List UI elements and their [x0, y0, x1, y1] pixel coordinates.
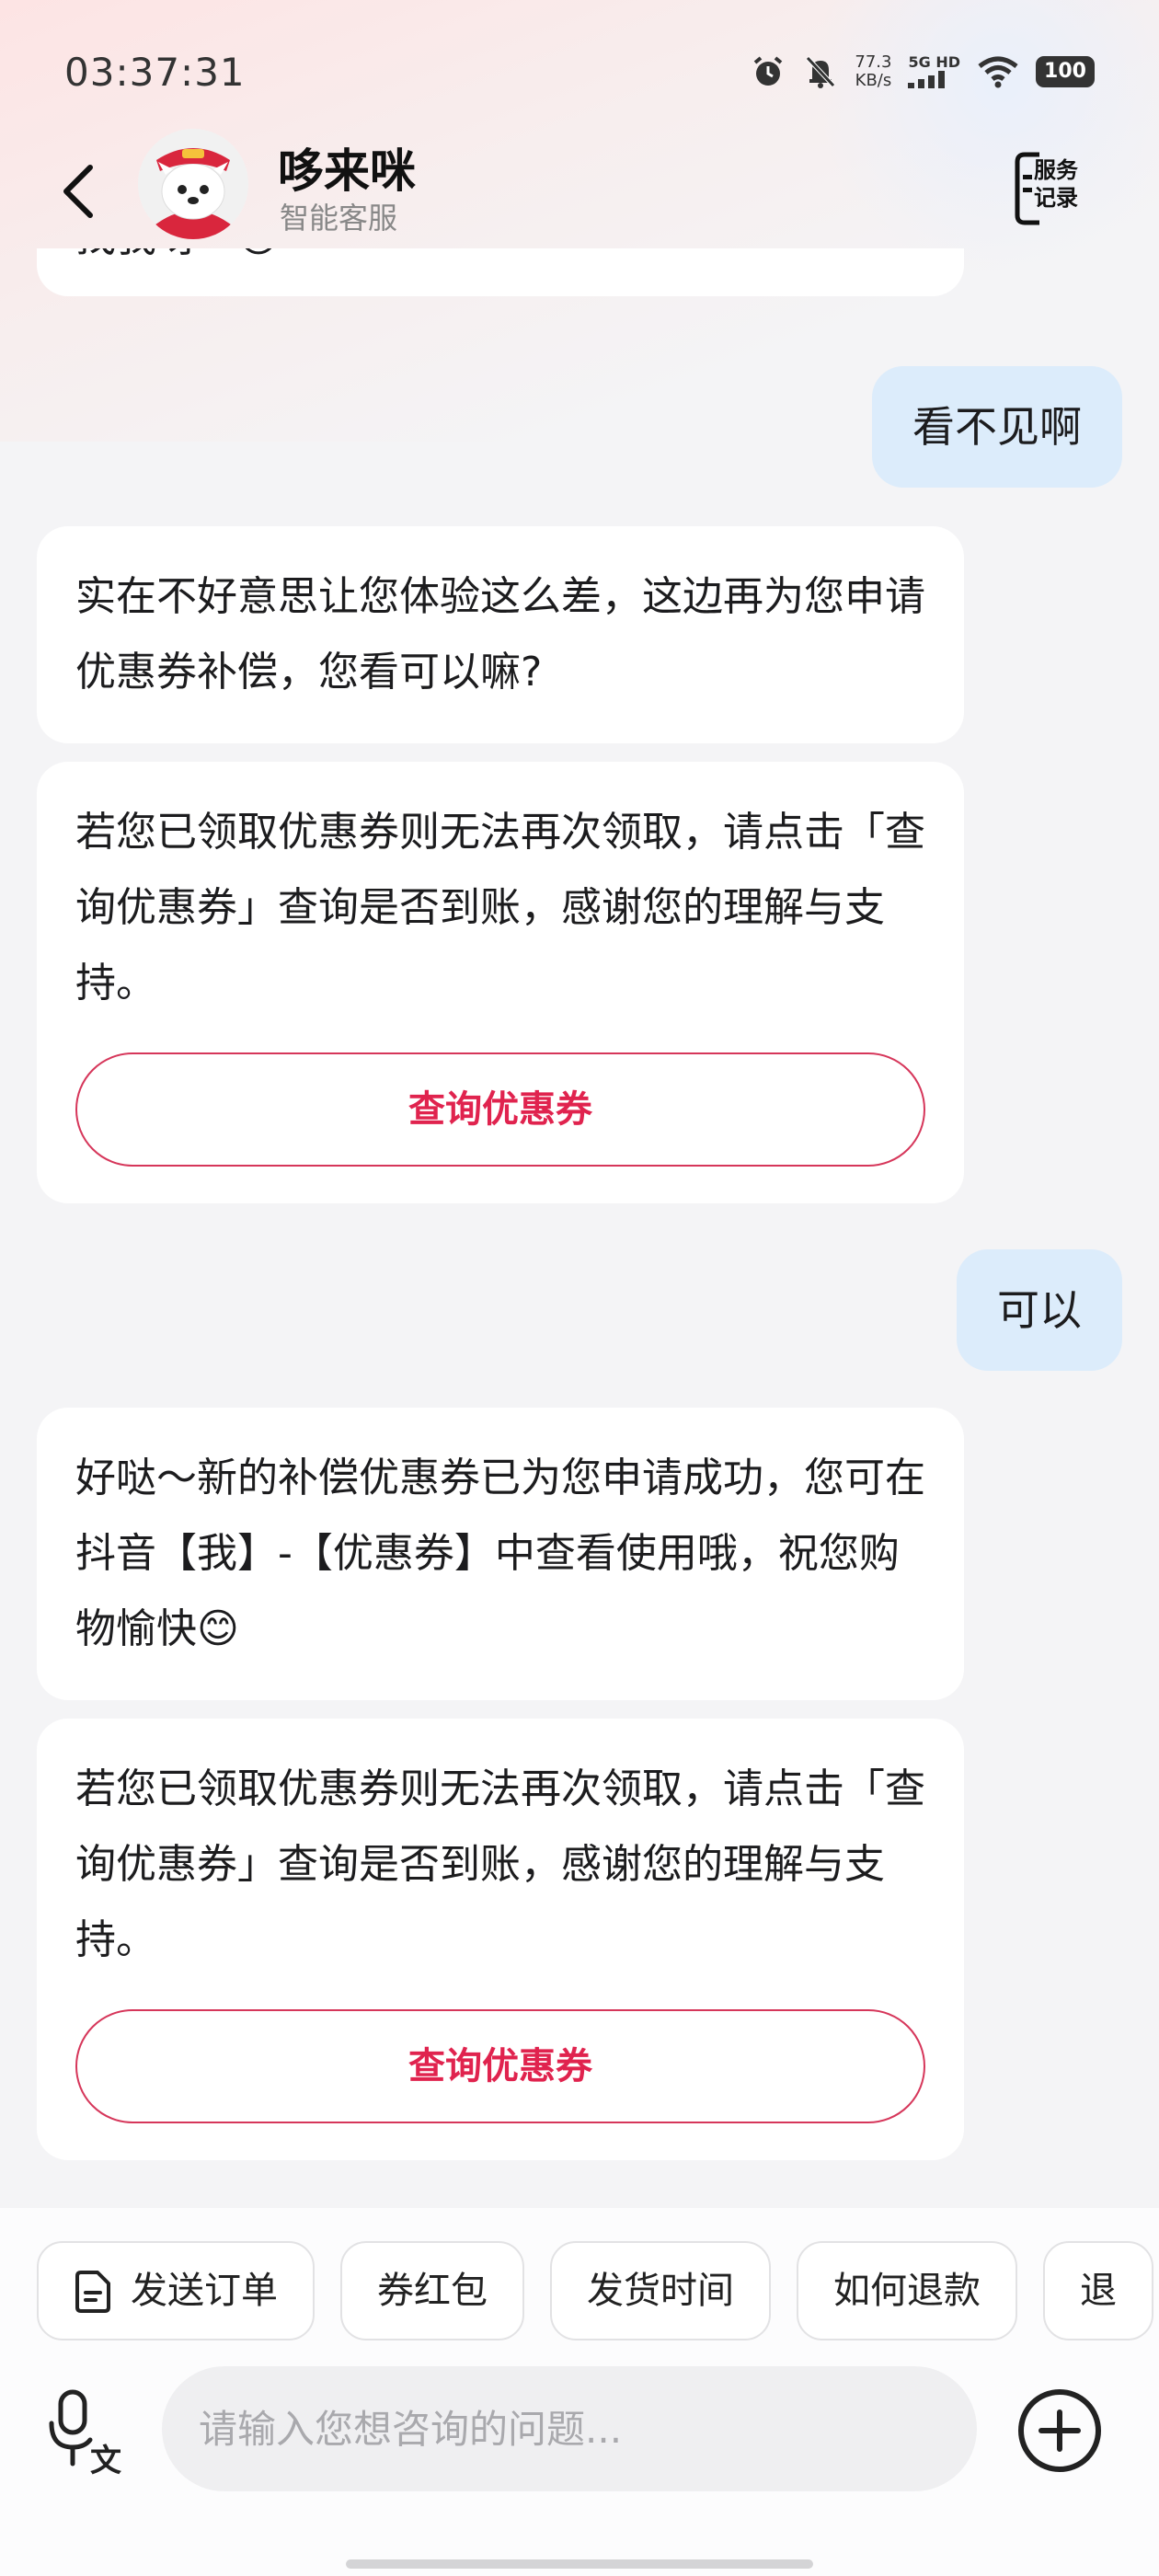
service-record-button[interactable]: 服务 记录: [1012, 147, 1104, 230]
message-text: 好哒～新的补偿优惠券已为您申请成功，您可在抖音【我】-【优惠券】中查看使用哦，祝…: [75, 1455, 925, 1652]
network-speed: 77.3 KB/s: [855, 52, 892, 90]
user-message: 可以: [957, 1249, 1122, 1371]
chip-label: 发送订单: [131, 2270, 278, 2312]
battery-icon: 100: [1036, 56, 1095, 87]
bot-message: 好哒～新的补偿优惠券已为您申请成功，您可在抖音【我】-【优惠券】中查看使用哦，祝…: [37, 1408, 964, 1700]
bot-subtitle: 智能客服: [280, 201, 398, 236]
document-icon: [75, 2271, 110, 2313]
message-text: 实在不好意思让您体验这么差，这边再为您申请优惠券补偿，您看可以嘛?: [75, 573, 925, 696]
chip-label: 退: [1080, 2270, 1117, 2312]
quick-reply-return[interactable]: 退: [1043, 2241, 1153, 2340]
chip-label: 发货时间: [587, 2270, 734, 2312]
message-text: 若您已领取优惠券则无法再次领取，请点击「查询优惠券」查询是否到账，感谢您的理解与…: [75, 809, 925, 1006]
bot-message: 找我呀～😊: [37, 248, 964, 296]
chip-label: 券红包: [377, 2270, 488, 2312]
service-record-label: 服务 记录: [1034, 157, 1078, 211]
message-text: 找我呀～😊: [75, 248, 280, 261]
mascot-icon: [138, 129, 248, 239]
bot-name: 哆来咪: [278, 144, 416, 198]
quick-reply-send-order[interactable]: 发送订单: [37, 2241, 315, 2340]
bot-avatar[interactable]: [138, 129, 248, 239]
svg-text:文: 文: [90, 2443, 121, 2475]
mute-icon: [806, 56, 836, 88]
message-input[interactable]: [162, 2366, 977, 2491]
input-row: 文: [0, 2366, 1159, 2495]
quick-reply-shipping-time[interactable]: 发货时间: [550, 2241, 771, 2340]
wifi-icon: [978, 56, 1018, 88]
voice-to-text-icon: 文: [49, 2389, 121, 2479]
status-time: 03:37:31: [64, 50, 246, 95]
back-arrow-icon: [63, 165, 93, 218]
bot-message: 若您已领取优惠券则无法再次领取，请点击「查询优惠券」查询是否到账，感谢您的理解与…: [37, 762, 964, 1203]
back-button[interactable]: [52, 155, 107, 228]
user-message: 看不见啊: [872, 366, 1122, 488]
message-text: 可以: [997, 1285, 1082, 1335]
bot-message: 若您已领取优惠券则无法再次领取，请点击「查询优惠券」查询是否到账，感谢您的理解与…: [37, 1719, 964, 2160]
home-indicator[interactable]: [346, 2559, 813, 2569]
alarm-icon: [754, 56, 783, 86]
bottom-input-area: 发送订单 券红包 发货时间 如何退款 退 文: [0, 2208, 1159, 2576]
quick-reply-refund[interactable]: 如何退款: [797, 2241, 1017, 2340]
bot-message: 实在不好意思让您体验这么差，这边再为您申请优惠券补偿，您看可以嘛?: [37, 526, 964, 743]
chat-messages[interactable]: 找我呀～😊 看不见啊 实在不好意思让您体验这么差，这边再为您申请优惠券补偿，您看…: [0, 248, 1159, 2208]
signal-icon: 5G HD: [908, 55, 960, 88]
voice-to-text-button[interactable]: 文: [48, 2386, 131, 2479]
plus-icon: [1018, 2389, 1101, 2472]
query-coupon-button[interactable]: 查询优惠券: [75, 2009, 925, 2123]
query-coupon-button[interactable]: 查询优惠券: [75, 1052, 925, 1167]
message-text: 看不见啊: [912, 402, 1082, 452]
more-options-button[interactable]: [1016, 2386, 1104, 2475]
status-bar: 03:37:31 77.3 KB/s 5G HD 100: [0, 0, 1159, 138]
chat-header: 哆来咪 智能客服 服务 记录: [0, 129, 1159, 248]
status-icons: 77.3 KB/s 5G HD 100: [750, 52, 1095, 92]
chip-label: 如何退款: [833, 2270, 981, 2312]
quick-reply-bar[interactable]: 发送订单 券红包 发货时间 如何退款 退: [37, 2241, 1153, 2340]
message-text: 若您已领取优惠券则无法再次领取，请点击「查询优惠券」查询是否到账，感谢您的理解与…: [75, 1765, 925, 1963]
quick-reply-coupon[interactable]: 券红包: [340, 2241, 524, 2340]
